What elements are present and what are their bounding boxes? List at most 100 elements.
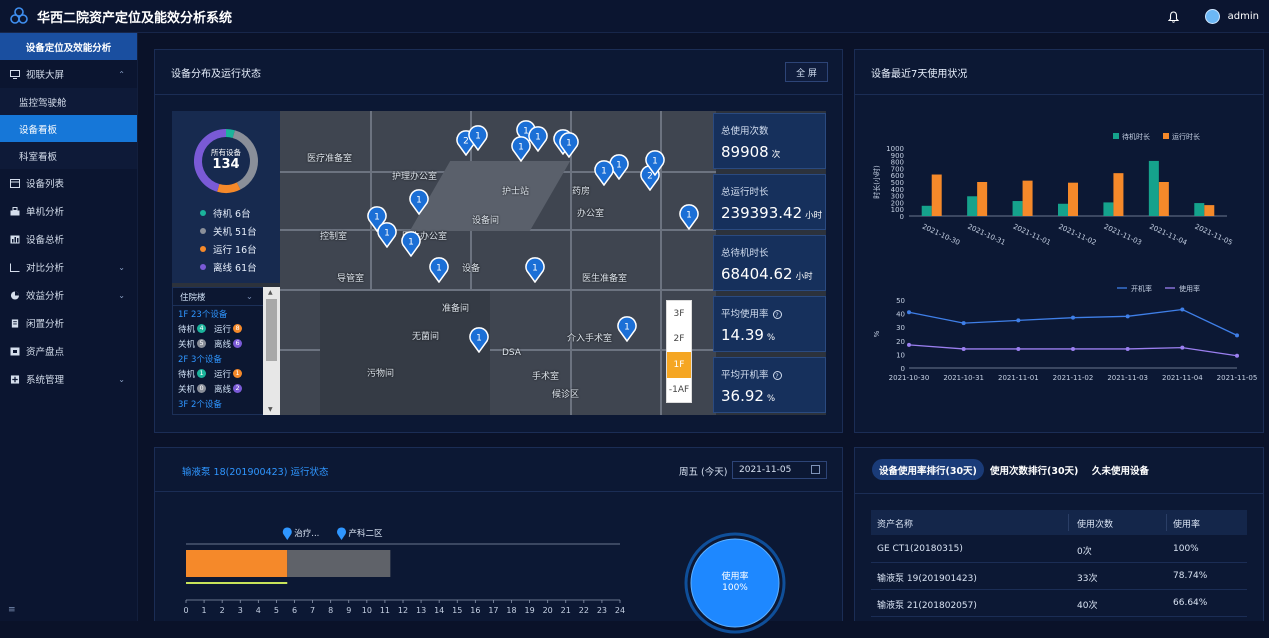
sidebar-item-device-list[interactable]: 设备列表 (0, 169, 137, 197)
compare-icon (10, 263, 20, 272)
legend-label: 待机时长 (1122, 132, 1150, 141)
ward-scrollbar[interactable]: ▲ ▼ (263, 287, 280, 415)
table-cell: 33次 (1077, 574, 1098, 584)
timeline-tick-label: 23 (597, 606, 607, 615)
timeline-tick-label: 5 (274, 606, 279, 615)
sidebar-item-compare-analysis[interactable]: 对比分析 ⌄ (0, 253, 137, 281)
point-开机率 (1016, 318, 1021, 323)
status-timeline[interactable]: 0 1 2 3 4 5 6 7 8 9 10 11 12 13 14 15 16 17 18 19 20 21 22 23 24… (175, 518, 655, 618)
x-tick-label: 2021-11-04 (1148, 223, 1189, 248)
table-cell: 78.74% (1173, 571, 1208, 581)
sidebar-item-idle-analysis[interactable]: 闲置分析 (0, 309, 137, 337)
map-pin-icon[interactable]: 1 (524, 256, 546, 283)
pin-count: 1 (476, 334, 482, 344)
map-label: 无菌间 (412, 332, 440, 342)
y-tick-label: 10 (896, 351, 905, 359)
timeline-tick-label: 18 (506, 606, 516, 615)
point-使用率 (907, 342, 911, 347)
username[interactable]: admin (1228, 11, 1259, 22)
scroll-up-icon[interactable]: ▲ (268, 289, 273, 296)
x-tick-label: 2021-11-03 (1107, 374, 1148, 382)
date-picker[interactable]: 2021-11-05 (732, 461, 827, 479)
point-开机率 (1235, 333, 1239, 338)
map-pin-icon[interactable]: 1 (400, 230, 422, 257)
bar-运行时长-2021-11-02 (1068, 182, 1078, 216)
sidebar-item-device-overview[interactable]: 设备总析 (0, 225, 137, 253)
avatar[interactable] (1204, 9, 1220, 24)
sidebar-item-dashboard[interactable]: 视联大屏 ⌃ (0, 60, 137, 88)
scroll-thumb[interactable] (266, 299, 277, 361)
floor-switcher[interactable]: 3F 2F 1F -1AF (666, 300, 692, 403)
sidebar-sub-device-board[interactable]: 设备看板 (0, 115, 137, 142)
bar-待机时长-2021-11-02 (1058, 203, 1068, 216)
usage-bar-chart: 01002003004005006007008009001000时长(小时)20… (872, 132, 1234, 248)
sidebar-item-single-analysis[interactable]: 单机分析 (0, 197, 137, 225)
map-pin-icon[interactable]: 1 (593, 159, 615, 186)
y-tick-label: 400 (891, 186, 904, 194)
point-使用率 (1180, 345, 1185, 350)
map-label: DSA (502, 348, 521, 358)
ranking-panel: 设备使用率排行(30天) 使用次数排行(30天) 久未使用设备 资产名称 使用次… (854, 447, 1264, 621)
map-pin-icon[interactable]: 1 (376, 221, 398, 248)
floor-2f[interactable]: 2F (667, 327, 691, 353)
document-icon (11, 318, 19, 328)
y-axis-label: 时长(小时) (872, 165, 881, 199)
menu-collapse-icon[interactable]: ≡ (8, 605, 16, 615)
map-pin-icon[interactable]: 1 (467, 124, 489, 151)
table-row[interactable]: 输液泵 19(201901423) (877, 571, 977, 584)
device-status-panel: 输液泵 18(201900423) 运行状态 周五 (今天) 2021-11-0… (154, 447, 843, 634)
bell-icon[interactable] (1167, 10, 1179, 23)
scroll-down-icon[interactable]: ▼ (268, 406, 273, 413)
location-label: 产科二区 (349, 528, 384, 539)
map-pin-icon[interactable]: 1 (616, 315, 638, 342)
y-tick-label: 0 (901, 365, 905, 373)
map-pin-icon[interactable]: 1 (678, 203, 700, 230)
map-pin-icon[interactable]: 1 (510, 135, 532, 162)
kpi-total-run-hours: 总运行时长 239393.42 小时 (713, 174, 826, 230)
tab-usage-rate-ranking[interactable]: 设备使用率排行(30天) (872, 459, 984, 480)
map-pin-icon[interactable]: 1 (558, 131, 580, 158)
floor-map[interactable]: 医疗准备室 护理办公室 设备间 控制室 医生办公室 药房 护士站 DSA 准备间… (172, 111, 826, 415)
table-row[interactable]: GE CT1(20180315) (877, 544, 963, 554)
calendar-icon[interactable] (811, 465, 820, 474)
tab-usage-count-ranking[interactable]: 使用次数排行(30天) (983, 459, 1085, 480)
sidebar-sub-department-board[interactable]: 科室看板 (0, 142, 137, 169)
help-icon[interactable]: ? (772, 310, 782, 319)
x-tick-label: 2021-11-01 (998, 374, 1039, 382)
table-row[interactable]: 输液泵 21(201802057) (877, 598, 977, 611)
timeline-tick-label: 10 (362, 606, 372, 615)
map-label: 污物间 (367, 369, 395, 379)
map-pin-icon[interactable]: 1 (428, 256, 450, 283)
tab-long-unused[interactable]: 久未使用设备 (1085, 459, 1156, 480)
x-tick-label: 2021-10-31 (943, 374, 984, 382)
help-icon[interactable]: ? (772, 371, 782, 380)
pin-count: 1 (566, 139, 572, 149)
sidebar-item-asset-inventory[interactable]: 资产盘点 (0, 337, 137, 365)
bar-待机时长-2021-11-03 (1103, 202, 1114, 216)
x-tick-label: 2021-11-05 (1193, 223, 1233, 247)
timeline-tick-label: 21 (561, 606, 571, 615)
map-pin-icon[interactable]: 1 (408, 188, 430, 215)
map-pin-icon[interactable]: 1 (644, 149, 666, 176)
usage-title: 设备最近7天使用状况 (871, 69, 968, 80)
kpi-avg-usage-rate: 平均使用率? 14.39% (713, 296, 826, 352)
floor-1f[interactable]: 1F (667, 352, 691, 378)
bar-待机时长-2021-10-30 (921, 205, 932, 216)
point-使用率 (1071, 346, 1075, 351)
table-cell: 40次 (1077, 601, 1098, 611)
sidebar-item-benefit-analysis[interactable]: 效益分析 ⌄ (0, 281, 137, 309)
timeline-tick-label: 19 (524, 606, 534, 615)
sidebar-item-system-management[interactable]: 系统管理 ⌄ (0, 365, 137, 393)
map-pin-icon[interactable]: 1 (468, 326, 490, 353)
floor-3f[interactable]: 3F (667, 301, 691, 327)
top-bar: 华西二院资产定位及能效分析系统 admin (0, 0, 1269, 33)
legend-swatch (1163, 133, 1169, 139)
fullscreen-button[interactable]: 全 屏 (785, 62, 828, 82)
floor-b1[interactable]: -1AF (667, 378, 691, 404)
location-pin-icon (282, 527, 292, 540)
timeline-tick-label: 14 (434, 606, 444, 615)
x-tick-label: 2021-11-02 (1053, 374, 1094, 382)
point-使用率 (1235, 353, 1239, 358)
bar-icon (10, 235, 20, 243)
sidebar-sub-cockpit[interactable]: 监控驾驶舱 (0, 88, 137, 115)
